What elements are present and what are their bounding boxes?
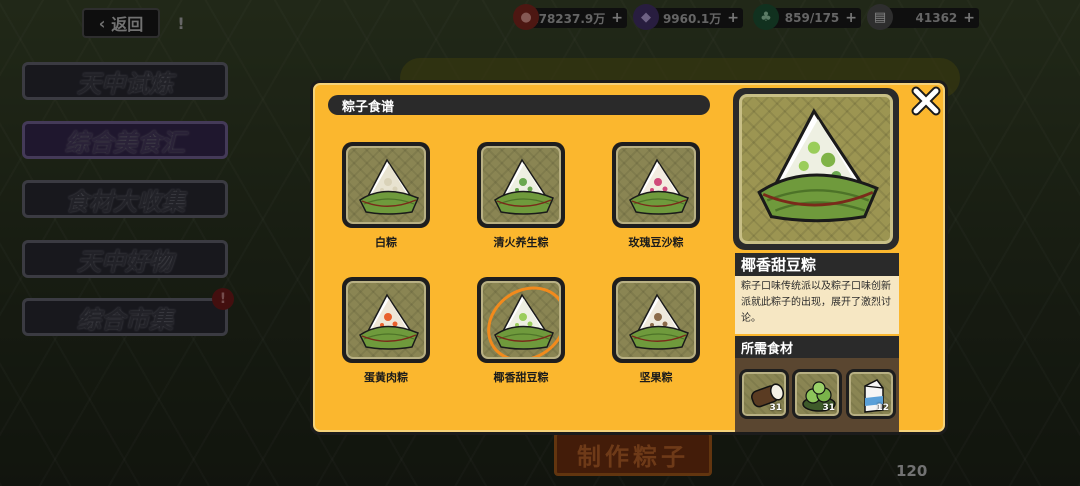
recipe-card[interactable]: 椰香甜豆粽 bbox=[475, 277, 567, 385]
recipe-name: 椰香甜豆粽 bbox=[493, 371, 549, 384]
recipe-card[interactable]: 蛋黄肉粽 bbox=[340, 277, 432, 385]
zongzi-icon bbox=[359, 293, 419, 350]
ingredient-qty: 12 bbox=[876, 403, 889, 413]
recipe-name: 蛋黄肉粽 bbox=[364, 371, 408, 384]
recipe-name: 清火养生粽 bbox=[493, 236, 549, 249]
recipe-tile[interactable] bbox=[342, 277, 430, 363]
zongzi-icon bbox=[629, 293, 689, 350]
zongzi-icon bbox=[359, 158, 419, 215]
recipe-tile[interactable] bbox=[477, 142, 565, 228]
recipe-card[interactable]: 玫瑰豆沙粽 bbox=[610, 142, 702, 250]
recipe-name: 坚果粽 bbox=[639, 371, 673, 384]
recipe-name: 玫瑰豆沙粽 bbox=[628, 236, 684, 249]
zongzi-icon bbox=[757, 108, 879, 223]
zongzi-icon bbox=[494, 158, 554, 215]
recipe-tile[interactable] bbox=[342, 142, 430, 228]
recipe-modal-title: 粽子食谱 bbox=[328, 95, 710, 115]
ingredient-slot-green-bean[interactable]: 31 bbox=[792, 369, 842, 419]
ingredient-slot-milk[interactable]: 12 bbox=[846, 369, 896, 419]
recipe-image bbox=[346, 281, 426, 359]
selected-recipe-image bbox=[739, 94, 893, 244]
zongzi-icon bbox=[629, 158, 689, 215]
ingredient-slot-coconut[interactable]: 31 bbox=[739, 369, 789, 419]
recipe-card[interactable]: 坚果粽 bbox=[610, 277, 702, 385]
recipe-image bbox=[616, 146, 696, 224]
ingredients-title: 所需食材 bbox=[735, 336, 899, 358]
selected-recipe-preview bbox=[733, 88, 899, 250]
recipe-name: 白粽 bbox=[375, 236, 397, 249]
ingredient-qty: 31 bbox=[769, 403, 782, 413]
close-icon bbox=[911, 86, 941, 116]
recipe-card[interactable]: 白粽 bbox=[340, 142, 432, 250]
selected-recipe-description: 粽子口味传统派以及粽子口味创新派就此粽子的出现，展开了激烈讨论。 bbox=[735, 276, 899, 334]
selected-recipe-name: 椰香甜豆粽 bbox=[735, 253, 899, 276]
recipe-image bbox=[481, 281, 561, 359]
recipe-tile[interactable] bbox=[612, 142, 700, 228]
recipe-image bbox=[616, 281, 696, 359]
recipe-tile[interactable] bbox=[477, 277, 565, 363]
zongzi-icon bbox=[494, 293, 554, 350]
recipe-image bbox=[346, 146, 426, 224]
close-button[interactable] bbox=[909, 84, 943, 118]
recipe-image bbox=[481, 146, 561, 224]
recipe-card[interactable]: 清火养生粽 bbox=[475, 142, 567, 250]
ingredient-qty: 31 bbox=[822, 403, 835, 413]
recipe-tile[interactable] bbox=[612, 277, 700, 363]
